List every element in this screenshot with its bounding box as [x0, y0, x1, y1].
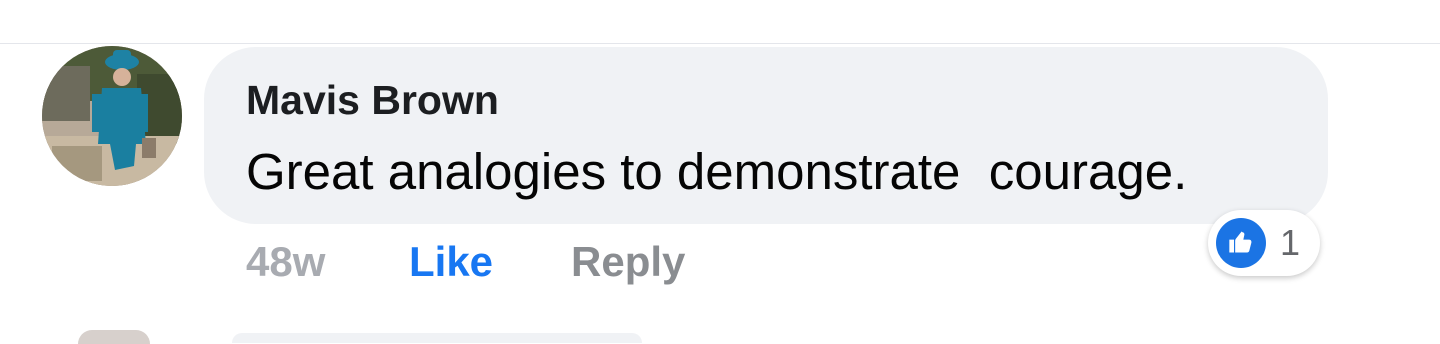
reaction-count: 1: [1280, 222, 1301, 263]
thumbs-up-icon: [1229, 231, 1252, 253]
comment-text: Great analogies to demonstrate courage.: [246, 143, 1188, 200]
top-divider: [0, 43, 1440, 44]
like-reaction-badge: [1216, 218, 1266, 268]
reaction-summary[interactable]: 1: [1208, 210, 1320, 276]
next-comment-bubble: [232, 333, 642, 343]
avatar[interactable]: [42, 46, 182, 186]
reply-button[interactable]: Reply: [571, 234, 685, 290]
comment-author[interactable]: Mavis Brown: [246, 74, 499, 126]
next-comment-avatar: [78, 330, 150, 344]
avatar-photo: [42, 46, 182, 186]
like-button[interactable]: Like: [409, 234, 493, 290]
comment-timestamp[interactable]: 48w: [246, 234, 325, 290]
